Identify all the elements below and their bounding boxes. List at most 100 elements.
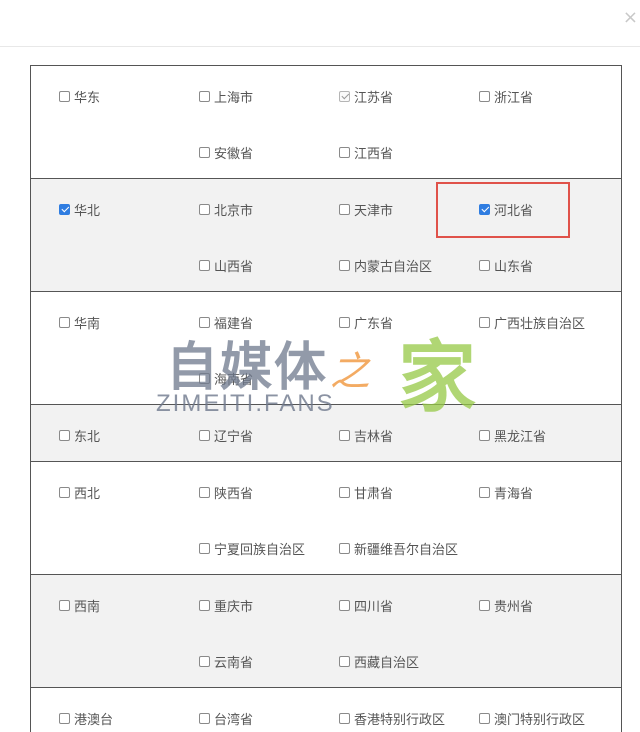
province-shaanxi[interactable]: 陕西省 — [199, 483, 253, 502]
checkbox-icon[interactable] — [199, 487, 210, 498]
region-row-northeast: 东北 辽宁省 吉林省 黑龙江省 — [31, 405, 621, 462]
region-checkbox-southwest[interactable]: 西南 — [59, 596, 100, 615]
province-label: 香港特别行政区 — [354, 713, 446, 728]
province-label: 山西省 — [214, 260, 254, 275]
checkbox-icon[interactable] — [339, 487, 350, 498]
region-checkbox-north-china[interactable]: 华北 — [59, 200, 100, 219]
province-label: 北京市 — [214, 204, 254, 219]
province-zhejiang[interactable]: 浙江省 — [479, 87, 533, 106]
checkbox-icon[interactable] — [59, 91, 70, 102]
province-inner-mongolia[interactable]: 内蒙古自治区 — [339, 256, 432, 275]
checkbox-icon[interactable] — [59, 713, 70, 724]
region-checkbox-northeast[interactable]: 东北 — [59, 426, 100, 445]
checkbox-icon[interactable] — [199, 430, 210, 441]
province-jilin[interactable]: 吉林省 — [339, 426, 393, 445]
checkbox-icon[interactable] — [199, 204, 210, 215]
region-label: 华东 — [74, 91, 101, 106]
region-row-hk-macao-taiwan: 港澳台 台湾省 香港特别行政区 澳门特别行政区 — [31, 688, 621, 732]
province-label: 河北省 — [494, 204, 534, 219]
province-shanxi[interactable]: 山西省 — [199, 256, 253, 275]
province-anhui[interactable]: 安徽省 — [199, 143, 253, 162]
province-heilongjiang[interactable]: 黑龙江省 — [479, 426, 546, 445]
province-fujian[interactable]: 福建省 — [199, 313, 253, 332]
region-label: 西北 — [74, 487, 101, 502]
province-label: 西藏自治区 — [354, 656, 420, 671]
checkbox-icon[interactable] — [479, 430, 490, 441]
checkbox-icon[interactable] — [339, 430, 350, 441]
checkbox-icon[interactable] — [199, 543, 210, 554]
checkbox-icon[interactable] — [479, 713, 490, 724]
province-chongqing[interactable]: 重庆市 — [199, 596, 253, 615]
checkbox-checked-icon[interactable] — [59, 204, 70, 215]
province-hong-kong[interactable]: 香港特别行政区 — [339, 709, 445, 728]
province-label: 江西省 — [354, 147, 394, 162]
province-label: 广西壮族自治区 — [494, 317, 586, 332]
province-xinjiang[interactable]: 新疆维吾尔自治区 — [339, 539, 458, 558]
province-macao[interactable]: 澳门特别行政区 — [479, 709, 585, 728]
province-tianjin[interactable]: 天津市 — [339, 200, 393, 219]
province-qinghai[interactable]: 青海省 — [479, 483, 533, 502]
region-selector-table: 华东 上海市 江苏省 浙江省 安徽省 江西省 华北 北京市 天津市 河北省 山西… — [30, 65, 622, 732]
region-checkbox-northwest[interactable]: 西北 — [59, 483, 100, 502]
province-label: 辽宁省 — [214, 430, 254, 445]
province-beijing[interactable]: 北京市 — [199, 200, 253, 219]
province-guizhou[interactable]: 贵州省 — [479, 596, 533, 615]
checkbox-icon[interactable] — [339, 204, 350, 215]
checkbox-icon[interactable] — [199, 600, 210, 611]
province-shanghai[interactable]: 上海市 — [199, 87, 253, 106]
province-label: 陕西省 — [214, 487, 254, 502]
checkbox-icon[interactable] — [339, 656, 350, 667]
province-hebei[interactable]: 河北省 — [479, 200, 533, 219]
province-label: 上海市 — [214, 91, 254, 106]
region-row-east-china: 华东 上海市 江苏省 浙江省 安徽省 江西省 — [31, 66, 621, 179]
province-label: 天津市 — [354, 204, 394, 219]
province-hainan[interactable]: 海南省 — [199, 369, 253, 388]
region-checkbox-hk-macao-taiwan[interactable]: 港澳台 — [59, 709, 113, 728]
checkbox-icon[interactable] — [479, 600, 490, 611]
checkbox-icon[interactable] — [479, 317, 490, 328]
province-label: 新疆维吾尔自治区 — [354, 543, 459, 558]
province-tibet[interactable]: 西藏自治区 — [339, 652, 419, 671]
checkbox-icon[interactable] — [339, 600, 350, 611]
province-yunnan[interactable]: 云南省 — [199, 652, 253, 671]
checkbox-icon[interactable] — [199, 260, 210, 271]
checkbox-icon — [339, 91, 350, 102]
region-checkbox-south-china[interactable]: 华南 — [59, 313, 100, 332]
checkbox-icon[interactable] — [199, 713, 210, 724]
checkbox-icon[interactable] — [199, 373, 210, 384]
province-label: 甘肃省 — [354, 487, 394, 502]
province-shandong[interactable]: 山东省 — [479, 256, 533, 275]
province-ningxia[interactable]: 宁夏回族自治区 — [199, 539, 305, 558]
checkbox-icon[interactable] — [479, 260, 490, 271]
checkbox-icon[interactable] — [59, 600, 70, 611]
province-label: 青海省 — [494, 487, 534, 502]
province-jiangsu: 江苏省 — [339, 87, 393, 106]
province-jiangxi[interactable]: 江西省 — [339, 143, 393, 162]
checkbox-icon[interactable] — [479, 91, 490, 102]
province-guangxi[interactable]: 广西壮族自治区 — [479, 313, 585, 332]
checkbox-icon[interactable] — [339, 543, 350, 554]
checkbox-icon[interactable] — [479, 487, 490, 498]
checkbox-icon[interactable] — [199, 147, 210, 158]
region-label: 华南 — [74, 317, 101, 332]
province-guangdong[interactable]: 广东省 — [339, 313, 393, 332]
close-icon[interactable]: × — [623, 8, 638, 28]
checkbox-icon[interactable] — [59, 487, 70, 498]
checkbox-icon[interactable] — [59, 317, 70, 328]
checkbox-checked-icon[interactable] — [479, 204, 490, 215]
checkbox-icon[interactable] — [339, 713, 350, 724]
province-taiwan[interactable]: 台湾省 — [199, 709, 253, 728]
checkbox-icon[interactable] — [199, 317, 210, 328]
province-sichuan[interactable]: 四川省 — [339, 596, 393, 615]
province-gansu[interactable]: 甘肃省 — [339, 483, 393, 502]
checkbox-icon[interactable] — [199, 656, 210, 667]
province-liaoning[interactable]: 辽宁省 — [199, 426, 253, 445]
checkbox-icon[interactable] — [59, 430, 70, 441]
checkbox-icon[interactable] — [199, 91, 210, 102]
region-checkbox-east-china[interactable]: 华东 — [59, 87, 100, 106]
province-label: 台湾省 — [214, 713, 254, 728]
checkbox-icon[interactable] — [339, 260, 350, 271]
province-label: 宁夏回族自治区 — [214, 543, 306, 558]
checkbox-icon[interactable] — [339, 147, 350, 158]
checkbox-icon[interactable] — [339, 317, 350, 328]
